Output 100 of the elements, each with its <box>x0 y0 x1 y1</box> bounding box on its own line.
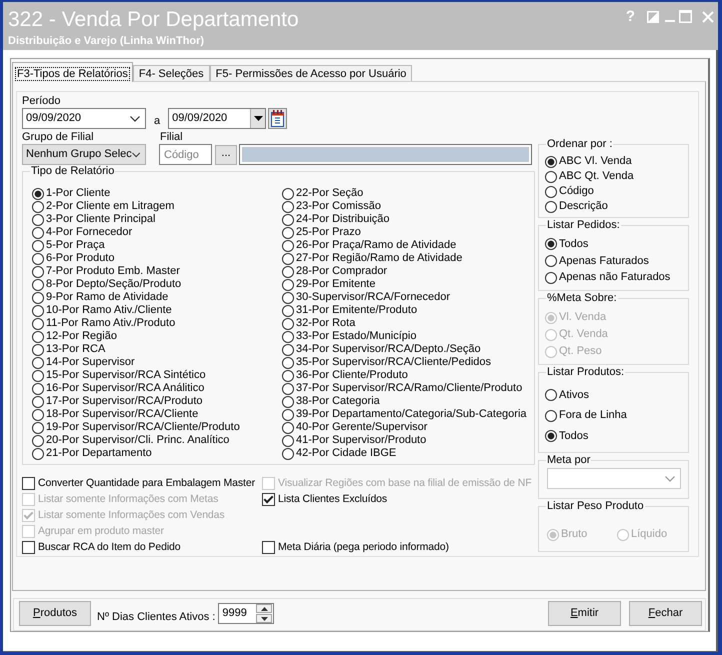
radio-button[interactable] <box>282 278 294 290</box>
radio-button[interactable] <box>32 252 44 264</box>
range-label: a <box>154 115 160 128</box>
radio-button[interactable] <box>282 396 294 408</box>
radio-label: 23-Por Comissão <box>296 200 381 213</box>
dropdown-button[interactable] <box>250 109 266 128</box>
radio-button[interactable] <box>282 214 294 226</box>
radio-button[interactable] <box>32 408 44 420</box>
radio-button[interactable] <box>282 434 294 446</box>
tab[interactable]: F3-Tipos de Relatórios <box>12 62 133 82</box>
radio-label: 21-Por Departamento <box>46 447 152 460</box>
field-label: Nº Dias Clientes Ativos : <box>97 611 216 624</box>
radio-button[interactable] <box>32 278 44 290</box>
radio-button[interactable] <box>32 370 44 382</box>
radio-button[interactable] <box>282 330 294 342</box>
radio-label: 13-Por RCA <box>46 343 106 356</box>
radio-button[interactable] <box>32 318 44 330</box>
radio-button[interactable] <box>282 252 294 264</box>
action-button[interactable]: Emitir <box>548 601 621 626</box>
chevron-down-icon <box>130 116 140 122</box>
radio-button[interactable] <box>282 318 294 330</box>
caret-down-icon <box>260 616 268 620</box>
tab[interactable]: F4- Seleções <box>132 65 210 81</box>
radio-button[interactable] <box>282 226 294 238</box>
window-title: 322 - Venda Por Departamento <box>8 7 299 32</box>
radio-button[interactable] <box>32 344 44 356</box>
action-button[interactable]: Fechar <box>629 601 702 626</box>
radio-label: 39-Por Departamento/Categoria/Sub-Categoria <box>296 408 527 421</box>
field-label: Período <box>22 95 62 108</box>
lookup-button[interactable]: ... <box>215 144 237 164</box>
products-button[interactable]: Produtos <box>19 601 91 626</box>
radio-button[interactable] <box>32 226 44 238</box>
checkbox[interactable] <box>22 476 35 490</box>
radio-button[interactable] <box>282 240 294 252</box>
radio-label: 35-Por Supervisor/RCA/Cliente/Pedidos <box>296 356 492 369</box>
radio-button[interactable] <box>282 382 294 394</box>
radio-button[interactable] <box>282 344 294 356</box>
radio-button[interactable] <box>545 389 557 401</box>
radio-button[interactable] <box>282 188 294 200</box>
window-subtitle: Distribuição e Varejo (Linha WinThor) <box>8 35 206 48</box>
radio-button[interactable] <box>545 186 557 198</box>
checkbox[interactable] <box>22 540 35 554</box>
radio-button[interactable] <box>32 266 44 278</box>
branch-code-field[interactable]: Código <box>159 144 212 165</box>
radio-label: 6-Por Produto <box>46 252 114 265</box>
radio-button[interactable] <box>545 200 557 212</box>
radio-label: 30-Supervisor/RCA/Fornecedor <box>296 291 450 304</box>
radio-label: 26-Por Praça/Ramo de Atividade <box>296 239 456 252</box>
radio-button[interactable] <box>545 272 557 284</box>
radio-button[interactable] <box>32 396 44 408</box>
radio-label: Fora de Linha <box>559 409 627 422</box>
radio-button[interactable] <box>545 410 557 422</box>
spin-down-button[interactable] <box>256 614 272 623</box>
radio-button[interactable] <box>282 422 294 434</box>
radio-button[interactable] <box>282 200 294 212</box>
radio-label: 10-Por Ramo Ativ./Cliente <box>46 304 172 317</box>
radio-button[interactable] <box>32 188 44 200</box>
chevron-down-icon <box>132 152 140 158</box>
radio-button[interactable] <box>282 370 294 382</box>
radio-button[interactable] <box>32 382 44 394</box>
radio-button[interactable] <box>32 304 44 316</box>
field-label: Filial <box>160 131 183 144</box>
checkbox[interactable] <box>262 492 275 506</box>
date-field[interactable]: 09/09/2020 <box>22 108 146 129</box>
radio-label: Código <box>559 185 594 198</box>
caret-up-icon <box>260 606 268 610</box>
branch-name-field[interactable] <box>239 144 532 165</box>
radio-button[interactable] <box>282 356 294 368</box>
checkbox-label: Meta Diária (pega periodo informado) <box>278 540 449 554</box>
tab[interactable]: F5- Permissões de Acesso por Usuário <box>210 65 412 81</box>
radio-button[interactable] <box>545 156 557 168</box>
dropdown-field[interactable] <box>547 468 681 489</box>
radio-button[interactable] <box>32 200 44 212</box>
radio-button[interactable] <box>32 214 44 226</box>
radio-button[interactable] <box>282 266 294 278</box>
radio-button[interactable] <box>282 448 294 460</box>
radio-button[interactable] <box>545 255 557 267</box>
radio-button[interactable] <box>282 304 294 316</box>
radio-button[interactable] <box>282 408 294 420</box>
radio-button[interactable] <box>32 448 44 460</box>
radio-button[interactable] <box>32 434 44 446</box>
radio-label: 38-Por Categoria <box>296 395 380 408</box>
radio-button[interactable] <box>545 238 557 250</box>
radio-label: 11-Por Ramo Ativ./Produto <box>46 317 176 330</box>
date-field[interactable]: 09/09/2020 <box>168 108 266 129</box>
radio-button[interactable] <box>545 430 557 442</box>
days-field[interactable]: 9999 <box>218 603 274 624</box>
radio-button[interactable] <box>32 240 44 252</box>
checkbox[interactable] <box>262 540 275 554</box>
radio-label: Líquido <box>631 528 668 541</box>
radio-label: 33-Por Estado/Município <box>296 330 416 343</box>
calendar-button[interactable] <box>268 108 288 129</box>
radio-button[interactable] <box>32 356 44 368</box>
radio-button[interactable] <box>32 292 44 304</box>
radio-button[interactable] <box>32 422 44 434</box>
branch-group-dropdown[interactable]: Nenhum Grupo Selec <box>22 144 146 165</box>
spin-up-button[interactable] <box>256 604 272 613</box>
radio-button[interactable] <box>32 330 44 342</box>
radio-button[interactable] <box>282 292 294 304</box>
radio-button[interactable] <box>545 170 557 182</box>
